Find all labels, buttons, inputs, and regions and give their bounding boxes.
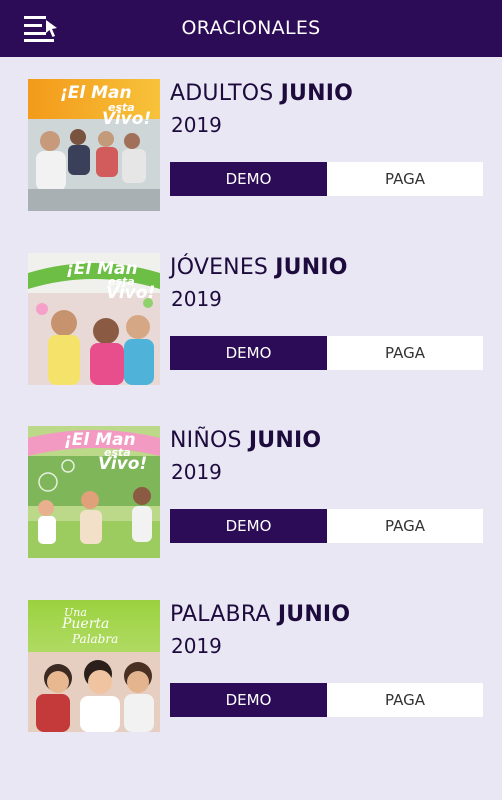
cover-tagline-text: Vivo! (98, 454, 148, 474)
paga-button[interactable]: PAGA (327, 509, 483, 543)
item-title: PALABRA JUNIO (170, 602, 351, 627)
item-year: 2019 (171, 460, 222, 484)
paga-button[interactable]: PAGA (327, 683, 483, 717)
demo-button[interactable]: DEMO (170, 509, 327, 543)
cover-tagline-text: Palabra (72, 632, 119, 646)
item-title: NIÑOS JUNIO (170, 428, 322, 453)
item-year: 2019 (171, 113, 222, 137)
cover-image-adultos[interactable]: ¡El Man esta Vivo! (28, 79, 160, 211)
paga-button[interactable]: PAGA (327, 336, 483, 370)
item-title: ADULTOS JUNIO (170, 81, 354, 106)
demo-button[interactable]: DEMO (170, 336, 327, 370)
list-item-ninos: ¡El Man esta Vivo! NIÑOS JUNIO 2019 DEMO… (0, 426, 502, 566)
demo-button[interactable]: DEMO (170, 162, 327, 196)
list-item-palabra: Una Puerta Palabra PALABRA JUNIO 2019 DE… (0, 600, 502, 740)
paga-button[interactable]: PAGA (327, 162, 483, 196)
cover-subtitle-text: Puerta (62, 616, 110, 632)
cover-tagline-text: Vivo! (102, 109, 152, 129)
cover-image-jovenes[interactable]: ¡El Man esta Vivo! (28, 253, 160, 385)
cover-title-text: ¡El Man (60, 83, 132, 103)
cover-image-ninos[interactable]: ¡El Man esta Vivo! (28, 426, 160, 558)
list-item-jovenes: ¡El Man esta Vivo! JÓVENES JUNIO 2019 DE… (0, 253, 502, 393)
cover-tagline-text: Vivo! (106, 283, 156, 303)
item-title: JÓVENES JUNIO (170, 255, 348, 280)
item-year: 2019 (171, 634, 222, 658)
list-item-adultos: ¡El Man esta Vivo! ADULTOS JUNIO 2019 DE… (0, 79, 502, 219)
item-year: 2019 (171, 287, 222, 311)
demo-button[interactable]: DEMO (170, 683, 327, 717)
app-header: ORACIONALES (0, 0, 502, 57)
cover-image-palabra[interactable]: Una Puerta Palabra (28, 600, 160, 732)
page-title: ORACIONALES (181, 17, 321, 39)
